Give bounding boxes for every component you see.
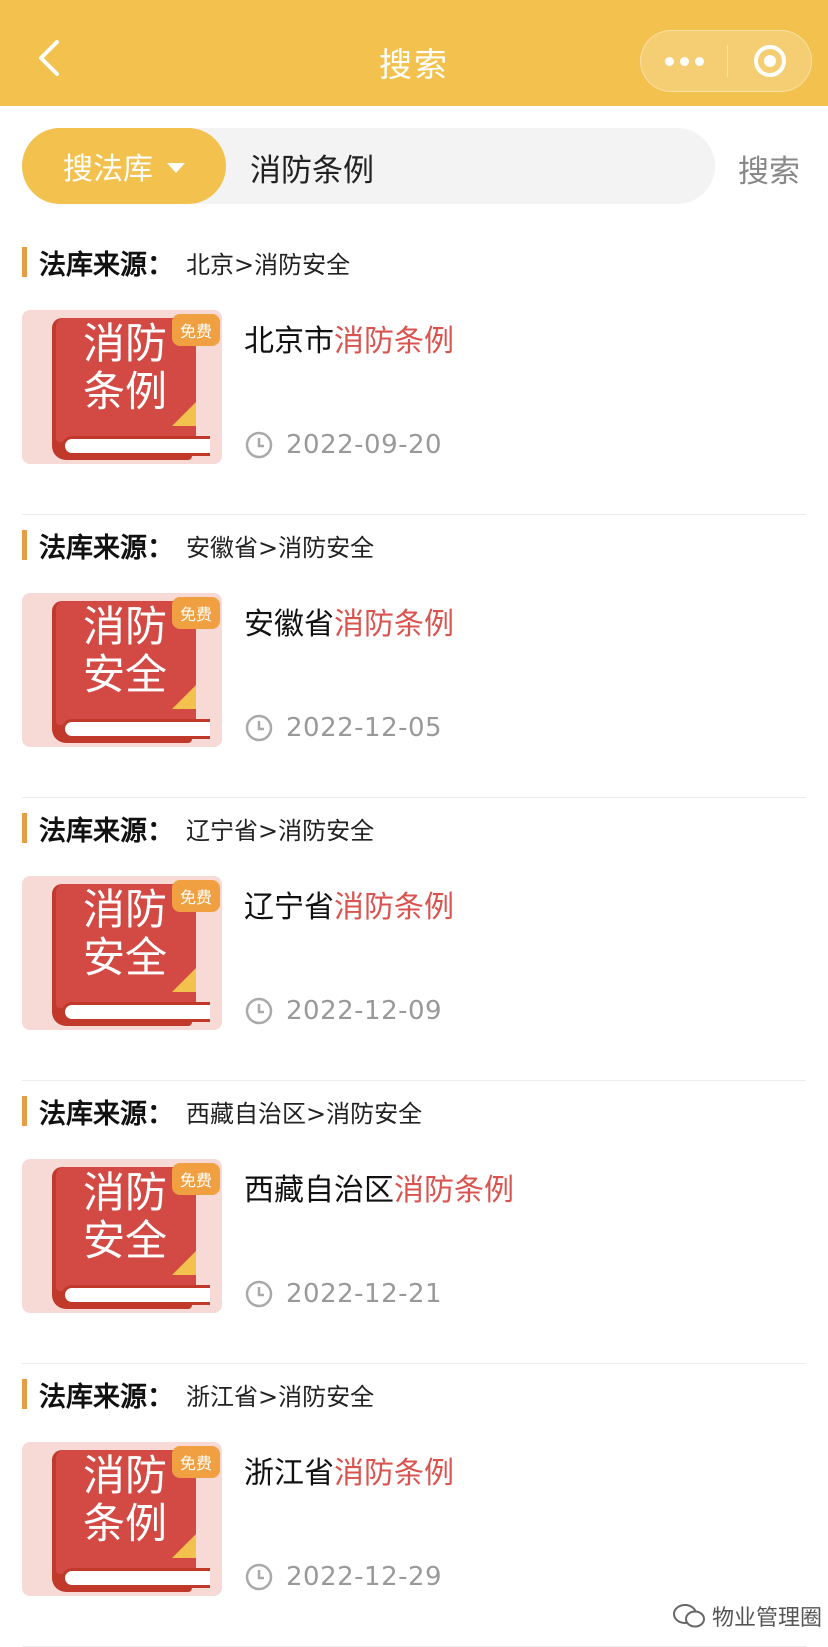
document-title[interactable]: 辽宁省消防条例 <box>244 882 454 926</box>
search-bar: 搜法库 搜索 <box>22 128 812 204</box>
source-label: 法库来源： <box>39 532 174 564</box>
search-scope-label: 搜法库 <box>63 152 153 187</box>
cover-text: 消防条例 <box>82 1451 167 1548</box>
source-line: 法库来源： 北京>消防安全 <box>22 244 350 281</box>
more-button[interactable] <box>641 31 727 91</box>
clock-icon <box>245 431 273 459</box>
document-title[interactable]: 安徽省消防条例 <box>244 599 454 643</box>
clock-icon <box>245 714 273 742</box>
source-path[interactable]: 西藏自治区>消防安全 <box>186 1094 422 1129</box>
publish-date: 2022-12-29 <box>286 1562 443 1592</box>
clock-icon <box>245 1563 273 1591</box>
publish-date: 2022-12-21 <box>286 1279 443 1309</box>
publish-date: 2022-12-09 <box>286 996 443 1026</box>
source-marker <box>22 813 27 843</box>
free-badge: 免费 <box>172 1446 220 1478</box>
source-path[interactable]: 北京>消防安全 <box>186 245 350 280</box>
caret-down-icon <box>167 163 185 173</box>
publish-date: 2022-12-05 <box>286 713 443 743</box>
free-badge: 免费 <box>172 314 220 346</box>
source-marker <box>22 247 27 277</box>
free-badge: 免费 <box>172 597 220 629</box>
document-title[interactable]: 浙江省消防条例 <box>244 1448 454 1492</box>
list-item[interactable]: 法库来源： 北京>消防安全 消防条例 免费 北京市消防条例 2022-09-20 <box>0 232 828 515</box>
source-label: 法库来源： <box>39 815 174 847</box>
date-row: 2022-12-29 <box>244 1562 442 1592</box>
clock-icon <box>245 1280 273 1308</box>
document-title[interactable]: 西藏自治区消防条例 <box>244 1165 514 1209</box>
source-label: 法库来源： <box>39 249 174 281</box>
free-badge: 免费 <box>172 880 220 912</box>
search-button[interactable]: 搜索 <box>738 146 800 191</box>
publish-date: 2022-09-20 <box>286 430 443 460</box>
wechat-icon <box>673 1604 705 1628</box>
source-path[interactable]: 辽宁省>消防安全 <box>186 811 374 846</box>
results-list: 法库来源： 北京>消防安全 消防条例 免费 北京市消防条例 2022-09-20… <box>0 232 828 1647</box>
book-cover-image[interactable]: 消防安全 免费 <box>22 876 222 1030</box>
source-marker <box>22 1379 27 1409</box>
mini-program-capsule <box>640 30 812 92</box>
date-row: 2022-12-09 <box>244 996 442 1026</box>
top-bar: 搜索 <box>0 0 828 106</box>
source-line: 法库来源： 辽宁省>消防安全 <box>22 810 374 847</box>
source-path[interactable]: 安徽省>消防安全 <box>186 528 374 563</box>
source-path[interactable]: 浙江省>消防安全 <box>186 1377 374 1412</box>
source-line: 法库来源： 西藏自治区>消防安全 <box>22 1093 422 1130</box>
document-title[interactable]: 北京市消防条例 <box>244 316 454 360</box>
source-line: 法库来源： 浙江省>消防安全 <box>22 1376 374 1413</box>
date-row: 2022-12-05 <box>244 713 442 743</box>
search-input[interactable] <box>248 142 692 192</box>
more-dots-icon <box>662 56 707 66</box>
watermark: 物业管理圈 <box>672 1600 822 1632</box>
watermark-text: 物业管理圈 <box>712 1606 823 1631</box>
search-scope-dropdown[interactable]: 搜法库 <box>22 128 226 204</box>
date-row: 2022-12-21 <box>244 1279 442 1309</box>
book-cover-image[interactable]: 消防安全 免费 <box>22 593 222 747</box>
list-item[interactable]: 法库来源： 安徽省>消防安全 消防安全 免费 安徽省消防条例 2022-12-0… <box>0 515 828 798</box>
source-line: 法库来源： 安徽省>消防安全 <box>22 527 374 564</box>
list-item[interactable]: 法库来源： 西藏自治区>消防安全 消防安全 免费 西藏自治区消防条例 2022-… <box>0 1081 828 1364</box>
list-item[interactable]: 法库来源： 辽宁省>消防安全 消防安全 免费 辽宁省消防条例 2022-12-0… <box>0 798 828 1081</box>
date-row: 2022-09-20 <box>244 430 442 460</box>
source-label: 法库来源： <box>39 1098 174 1130</box>
source-marker <box>22 530 27 560</box>
free-badge: 免费 <box>172 1163 220 1195</box>
book-cover-image[interactable]: 消防条例 免费 <box>22 310 222 464</box>
clock-icon <box>245 997 273 1025</box>
cover-text: 消防条例 <box>82 319 167 416</box>
cover-text: 消防安全 <box>82 885 167 982</box>
cover-text: 消防安全 <box>82 602 167 699</box>
source-label: 法库来源： <box>39 1381 174 1413</box>
close-button[interactable] <box>728 31 812 91</box>
book-cover-image[interactable]: 消防安全 免费 <box>22 1159 222 1313</box>
source-marker <box>22 1096 27 1126</box>
search-box: 搜法库 <box>22 128 715 204</box>
cover-text: 消防安全 <box>82 1168 167 1265</box>
book-cover-image[interactable]: 消防条例 免费 <box>22 1442 222 1596</box>
target-close-icon <box>754 45 786 77</box>
